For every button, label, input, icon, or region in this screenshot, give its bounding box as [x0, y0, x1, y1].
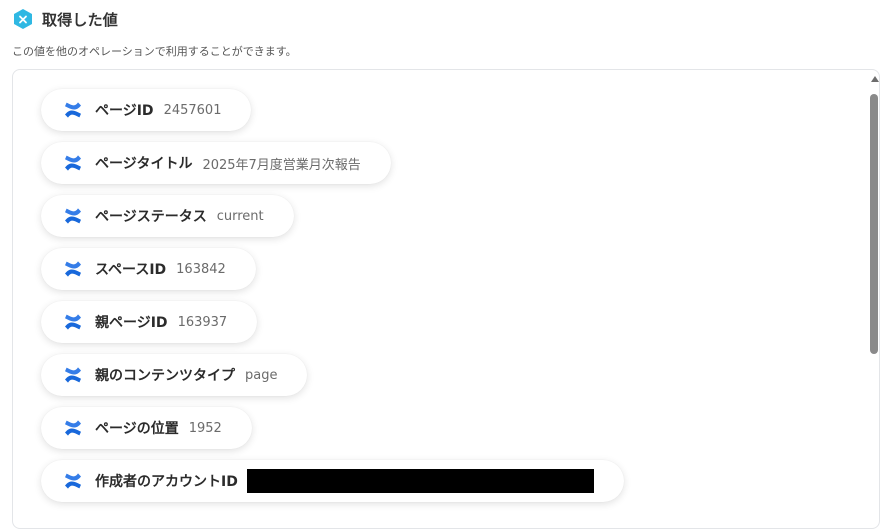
value-chip-parent-page-id[interactable]: 親ページID 163937	[41, 301, 258, 343]
value-chip-page-status[interactable]: ページステータス current	[41, 195, 294, 237]
value-text: 163842	[176, 261, 226, 277]
value-text: 2025年7月度営業月次報告	[202, 157, 361, 173]
value-label: 親ページID	[95, 315, 168, 331]
confluence-icon	[63, 418, 83, 438]
section-title: 取得した値	[42, 10, 119, 29]
value-chip-parent-content-type[interactable]: 親のコンテンツタイプ page	[41, 354, 308, 396]
values-panel: ページID 2457601 ページタイトル 2025年7月度営業月次報告 ページ…	[12, 69, 880, 529]
section-description: この値を他のオペレーションで利用することができます。	[12, 45, 297, 58]
value-text: 1952	[188, 420, 222, 436]
confluence-icon	[63, 100, 83, 120]
redacted-value	[246, 469, 594, 493]
close-icon[interactable]	[12, 8, 34, 30]
section-header: 取得した値	[12, 8, 118, 30]
scroll-up-arrow-icon[interactable]	[871, 76, 879, 82]
confluence-icon	[63, 312, 83, 332]
value-chip-space-id[interactable]: スペースID 163842	[41, 248, 256, 290]
value-text: 2457601	[163, 102, 222, 118]
value-chip-page-title[interactable]: ページタイトル 2025年7月度営業月次報告	[41, 142, 391, 184]
value-label: ページステータス	[95, 209, 207, 225]
confluence-icon	[63, 206, 83, 226]
value-text: 163937	[177, 314, 228, 330]
value-chip-page-position[interactable]: ページの位置 1952	[41, 407, 252, 449]
value-label: ページの位置	[95, 421, 179, 437]
value-chip-author-account-id[interactable]: 作成者のアカウントID	[41, 460, 624, 502]
value-label: スペースID	[95, 262, 167, 278]
confluence-icon	[63, 365, 83, 385]
value-label: 親のコンテンツタイプ	[95, 368, 235, 384]
vertical-scrollbar[interactable]	[868, 76, 880, 509]
value-text: page	[245, 367, 278, 383]
value-label: 作成者のアカウントID	[95, 474, 238, 490]
value-label: ページタイトル	[95, 156, 193, 172]
confluence-icon	[63, 471, 83, 491]
value-chip-page-id[interactable]: ページID 2457601	[41, 89, 252, 131]
scrollbar-thumb[interactable]	[870, 94, 878, 354]
confluence-icon	[63, 153, 83, 173]
value-text: current	[216, 208, 264, 224]
confluence-icon	[63, 259, 83, 279]
value-label: ページID	[95, 103, 154, 119]
